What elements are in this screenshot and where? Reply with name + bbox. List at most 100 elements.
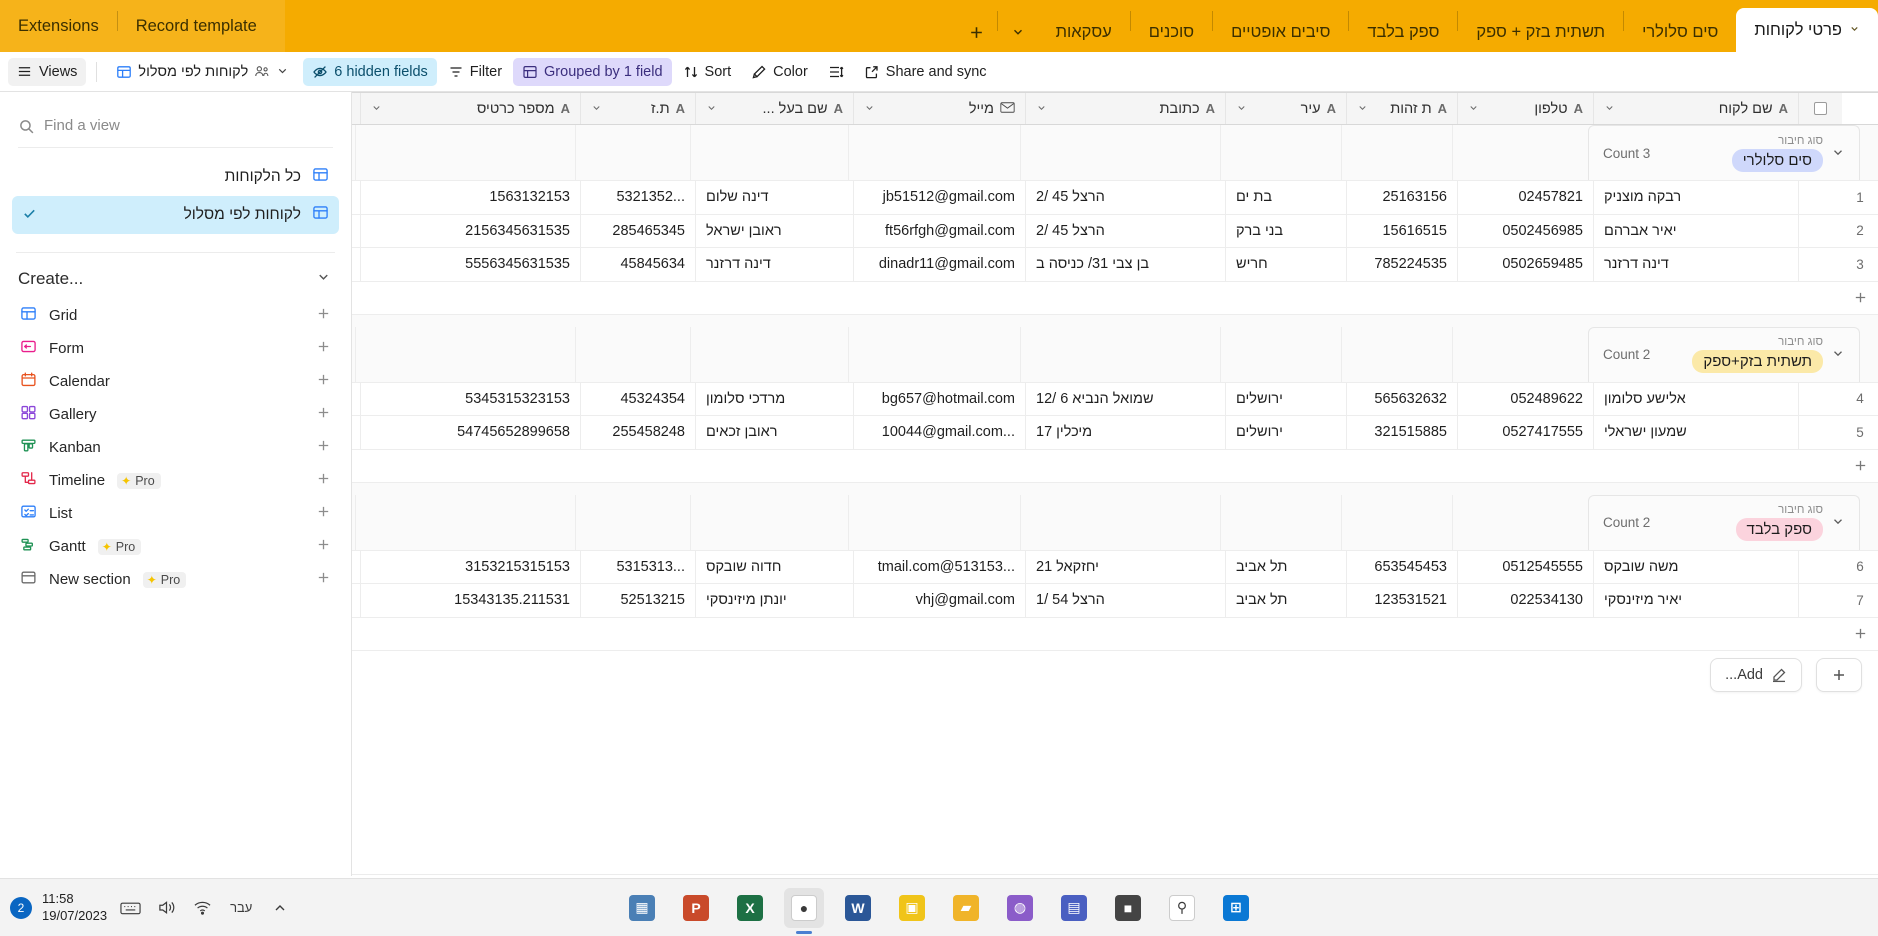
email-link[interactable]: bg657@hotmail.com [882, 391, 1015, 407]
email-link[interactable]: vhj@gmail.com [916, 592, 1015, 608]
plus-icon[interactable] [316, 438, 331, 458]
cell-tz[interactable]: 52513215 [580, 584, 695, 617]
cell-address[interactable]: יחזקאל 21 [1025, 551, 1225, 584]
cell-name[interactable]: דינה דרזנר [1593, 248, 1798, 281]
group-header-main[interactable]: סוג חיבורסים סלולריCount 3 [1588, 125, 1860, 180]
column-header-name[interactable]: Aשם לקוח [1593, 93, 1798, 124]
cell-name[interactable]: אלישע סלומון [1593, 383, 1798, 416]
chevron-down-icon[interactable] [1036, 102, 1047, 116]
create-view-new-section[interactable]: New section✦Pro [12, 563, 339, 596]
plus-icon[interactable] [316, 306, 331, 326]
cell-name[interactable]: רבקה מוצניק [1593, 181, 1798, 214]
email-link[interactable]: jb51512@gmail.com [883, 189, 1015, 205]
column-header-tz[interactable]: Aת.ז [580, 93, 695, 124]
cell-card[interactable]: 3153215315153 [360, 551, 580, 584]
cell-address[interactable]: הרצל 45 /2 [1025, 215, 1225, 248]
cell-id[interactable]: 565632632 [1346, 383, 1457, 416]
cell-name[interactable]: משה שובקס [1593, 551, 1798, 584]
create-view-calendar[interactable]: Calendar [12, 365, 339, 398]
table-row[interactable]: 6משה שובקס0512545555653545453תל אביביחזק… [352, 551, 1878, 585]
cell-email[interactable]: tmail.com@513153... [853, 551, 1025, 584]
cell-name[interactable]: יאיר מיזינסקי [1593, 584, 1798, 617]
cell-email[interactable]: jb51512@gmail.com [853, 181, 1025, 214]
cell-card[interactable]: 15343135.211531 [360, 584, 580, 617]
group-collapse-chevron-icon[interactable] [1831, 514, 1845, 531]
column-header-email[interactable]: מייל [853, 93, 1025, 124]
column-header-address[interactable]: Aכתובת [1025, 93, 1225, 124]
cell-card[interactable]: 1563132153 [360, 181, 580, 214]
cell-card[interactable]: 5345315323153 [360, 383, 580, 416]
plus-icon[interactable] [316, 570, 331, 590]
cell-city[interactable]: חריש [1225, 248, 1346, 281]
create-view-gantt[interactable]: Gantt✦Pro [12, 530, 339, 563]
cell-owner[interactable]: דינה דרזנר [695, 248, 853, 281]
cell-phone[interactable]: 0527417555 [1457, 416, 1593, 449]
sort-button[interactable]: Sort [674, 58, 741, 86]
color-button[interactable]: Color [742, 58, 817, 86]
calculator-app[interactable]: ▦ [622, 888, 662, 928]
cell-tz[interactable]: 45324354 [580, 383, 695, 416]
cell-id[interactable]: 15616515 [1346, 215, 1457, 248]
filter-button[interactable]: Filter [439, 58, 511, 86]
cell-phone[interactable]: 022534130 [1457, 584, 1593, 617]
cell-email[interactable]: vhj@gmail.com [853, 584, 1025, 617]
cell-owner[interactable]: חדוה שובקס [695, 551, 853, 584]
cell-owner[interactable]: ראובן ישראל [695, 215, 853, 248]
create-view-form[interactable]: Form [12, 332, 339, 365]
table-row[interactable]: 2יאיר אברהם050245698515616515בני ברקהרצל… [352, 215, 1878, 249]
cell-card[interactable]: 54745652899658 [360, 416, 580, 449]
cell-address[interactable]: בן צבי 31/ כניסה ב [1025, 248, 1225, 281]
email-link[interactable]: dinadr11@gmail.com [879, 256, 1015, 272]
table-row[interactable]: 3דינה דרזנר0502659485785224535חרישבן צבי… [352, 248, 1878, 282]
create-section-header[interactable]: Create... [0, 253, 351, 299]
chevron-down-icon[interactable] [864, 102, 875, 116]
cell-email[interactable]: 10044@gmail.com... [853, 416, 1025, 449]
cell-phone[interactable]: 0502456985 [1457, 215, 1593, 248]
cell-tz[interactable]: 5315313... [580, 551, 695, 584]
row-select-cell[interactable] [1798, 383, 1842, 416]
cell-city[interactable]: תל אביב [1225, 551, 1346, 584]
table-tab-0[interactable]: פרטי לקוחות [1736, 8, 1878, 52]
word-app[interactable]: W [838, 888, 878, 928]
add-record-plus-icon[interactable] [1842, 626, 1878, 641]
chevron-down-icon[interactable] [1604, 102, 1615, 116]
cell-owner[interactable]: ראובן זכאים [695, 416, 853, 449]
share-and-sync-button[interactable]: Share and sync [855, 58, 996, 86]
plus-icon[interactable] [316, 537, 331, 557]
group-collapse-chevron-icon[interactable] [1831, 145, 1845, 162]
column-header-check[interactable] [1798, 93, 1842, 124]
cell-id[interactable]: 785224535 [1346, 248, 1457, 281]
find-view-input[interactable]: Find a view [18, 104, 333, 148]
chrome-app[interactable]: ● [784, 888, 824, 928]
chevron-down-icon[interactable] [371, 102, 382, 116]
cell-tz[interactable]: 5321352... [580, 181, 695, 214]
teams-app[interactable]: ▤ [1054, 888, 1094, 928]
plus-icon[interactable] [316, 504, 331, 524]
create-collapse-chevron-icon[interactable] [316, 269, 331, 289]
cell-address[interactable]: הרצל 45 /2 [1025, 181, 1225, 214]
chevron-down-icon[interactable] [706, 102, 717, 116]
current-view-button[interactable]: לקוחות לפי מסלול [107, 58, 301, 86]
row-select-cell[interactable] [1798, 584, 1842, 617]
add-record-button[interactable] [1816, 658, 1862, 692]
cell-address[interactable]: שמואל הנביא 6 /12 [1025, 383, 1225, 416]
cell-tz[interactable]: 255458248 [580, 416, 695, 449]
email-link[interactable]: tmail.com@513153... [878, 559, 1015, 575]
chevron-down-icon[interactable] [1357, 102, 1368, 116]
column-header-owner[interactable]: Aשם בעל ... [695, 93, 853, 124]
cell-email[interactable]: ft56rfgh@gmail.com [853, 215, 1025, 248]
add-table-plus-icon[interactable] [957, 12, 997, 52]
column-header-id[interactable]: Aת זהות [1346, 93, 1457, 124]
cell-card[interactable]: 5556345631535 [360, 248, 580, 281]
table-tab-1[interactable]: סים סלולרי [1624, 12, 1736, 52]
row-select-cell[interactable] [1798, 181, 1842, 214]
row-select-cell[interactable] [1798, 248, 1842, 281]
table-tab-3[interactable]: ספק בלבד [1349, 12, 1457, 52]
cell-id[interactable]: 321515885 [1346, 416, 1457, 449]
group-collapse-chevron-icon[interactable] [1831, 346, 1845, 363]
column-header-city[interactable]: Aעיר [1225, 93, 1346, 124]
column-header-phone[interactable]: Aטלפון [1457, 93, 1593, 124]
table-tab-5[interactable]: סוכנים [1131, 12, 1212, 52]
create-view-timeline[interactable]: Timeline✦Pro [12, 464, 339, 497]
table-row[interactable]: 5שמעון ישראלי0527417555321515885ירושליםמ… [352, 416, 1878, 450]
